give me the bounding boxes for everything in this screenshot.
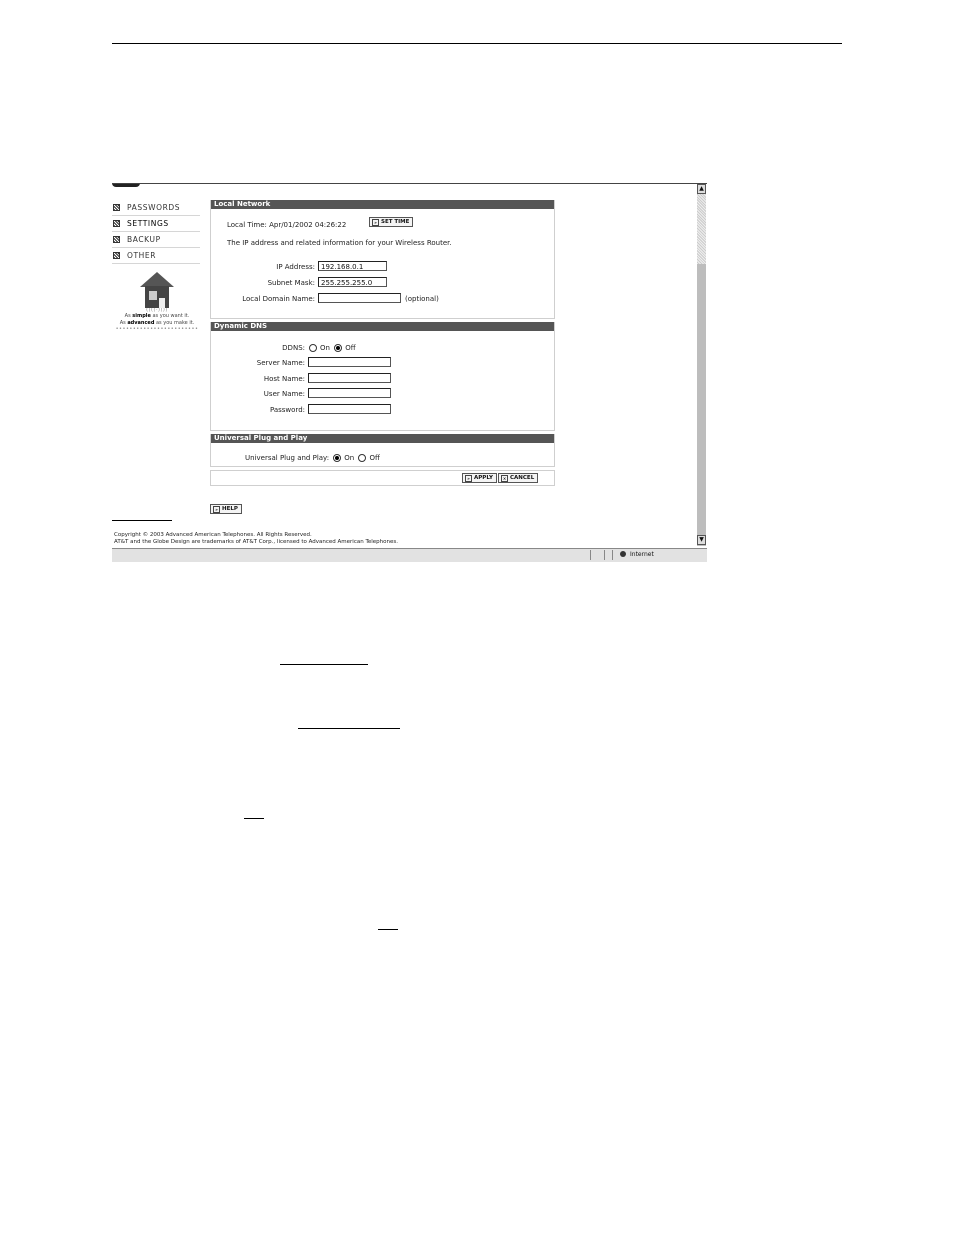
bullet-icon (113, 236, 120, 243)
arrow-icon: » (465, 475, 472, 482)
ddns-label: DDNS: (282, 344, 305, 352)
page-top-rule (112, 43, 842, 44)
bullet-icon (113, 204, 120, 211)
zone-label: Internet (630, 551, 654, 558)
browser-screenshot: PASSWORDS SETTINGS BACKUP OTHER ((((·)))… (112, 183, 707, 562)
ddns-radio-group: On Off (307, 344, 356, 352)
server-name-label: Server Name: (256, 359, 305, 367)
bullet-icon (113, 252, 120, 259)
sidebar-nav: PASSWORDS SETTINGS BACKUP OTHER (112, 200, 200, 264)
local-time: Local Time: Apr/01/2002 04:26:22 (227, 221, 347, 229)
status-bar: Internet (112, 548, 707, 562)
server-name-input[interactable] (308, 357, 391, 367)
annotation-underline (378, 929, 398, 930)
scroll-down-icon[interactable]: ▼ (697, 535, 706, 545)
sidebar-item-label: PASSWORDS (127, 203, 181, 212)
brand-logo: ((((·)))) As simple as you want it. As a… (114, 272, 200, 332)
local-domain-input[interactable] (318, 293, 401, 303)
close-icon: × (501, 475, 508, 482)
ip-label: IP Address: (276, 263, 315, 271)
dotted-divider: •••••••••••••••••••••••• (115, 326, 199, 332)
sidebar-item-label: SETTINGS (127, 219, 169, 228)
footer: Copyright © 2003 Advanced American Telep… (114, 532, 398, 546)
set-time-button[interactable]: » SET TIME (369, 217, 414, 227)
upnp-section: Universal Plug and Play Universal Plug a… (210, 434, 555, 467)
user-name-input[interactable] (308, 388, 391, 398)
ddns-on-radio[interactable] (309, 344, 317, 352)
local-network-section: Local Network Local Time: Apr/01/2002 04… (210, 200, 555, 319)
ip-address-input[interactable]: 192.168.0.1 (318, 261, 387, 271)
scroll-track[interactable] (697, 194, 706, 264)
house-icon (140, 272, 174, 308)
description-text: The IP address and related information f… (227, 239, 452, 247)
mask-label: Subnet Mask: (267, 279, 315, 287)
annotation-underline (244, 818, 264, 819)
ddns-off-radio[interactable] (334, 344, 343, 352)
password-label: Password: (269, 406, 305, 414)
annotation-underline (280, 664, 368, 665)
tagline-simple: As simple as you want it. (124, 313, 190, 319)
dynamic-dns-section: Dynamic DNS DDNS: On Off Server Name: Ho… (210, 322, 555, 431)
footer-rule (112, 520, 172, 521)
host-name-label: Host Name: (263, 375, 305, 383)
domain-label: Local Domain Name: (242, 295, 315, 303)
cancel-button[interactable]: × CANCEL (498, 473, 539, 483)
user-name-label: User Name: (263, 390, 305, 398)
trademark-text: AT&T and the Globe Design are trademarks… (114, 539, 399, 545)
sidebar-item-other[interactable]: OTHER (112, 248, 200, 264)
section-title: Dynamic DNS (211, 322, 554, 331)
sidebar-item-passwords[interactable]: PASSWORDS (112, 200, 200, 216)
subnet-mask-input[interactable]: 255.255.255.0 (318, 277, 387, 287)
arrow-icon: » (372, 219, 379, 226)
upnp-off-radio[interactable] (358, 454, 367, 462)
scroll-up-icon[interactable]: ▲ (697, 184, 706, 194)
sidebar-item-label: BACKUP (127, 235, 161, 244)
upnp-row: Universal Plug and Play: On Off (245, 454, 380, 462)
vertical-scrollbar[interactable]: ▲ ▼ (697, 184, 706, 546)
host-name-input[interactable] (308, 373, 391, 383)
header-tab-graphic (112, 184, 140, 187)
main-content: Local Network Local Time: Apr/01/2002 04… (210, 200, 555, 514)
globe-icon (620, 551, 626, 557)
section-title: Local Network (211, 200, 554, 209)
apply-button[interactable]: » APPLY (462, 473, 497, 483)
sidebar-item-label: OTHER (127, 251, 157, 260)
upnp-on-radio[interactable] (333, 454, 342, 462)
bullet-icon (113, 220, 120, 227)
help-button[interactable]: » HELP (210, 504, 242, 514)
arrow-icon: » (213, 506, 220, 513)
sidebar-item-settings[interactable]: SETTINGS (112, 216, 200, 232)
copyright-text: Copyright © 2003 Advanced American Telep… (114, 532, 312, 538)
section-title: Universal Plug and Play (211, 434, 554, 443)
action-bar: » APPLY × CANCEL (210, 470, 555, 486)
sidebar-item-backup[interactable]: BACKUP (112, 232, 200, 248)
optional-hint: (optional) (405, 295, 439, 303)
password-input[interactable] (308, 404, 391, 414)
annotation-underline (298, 728, 400, 729)
